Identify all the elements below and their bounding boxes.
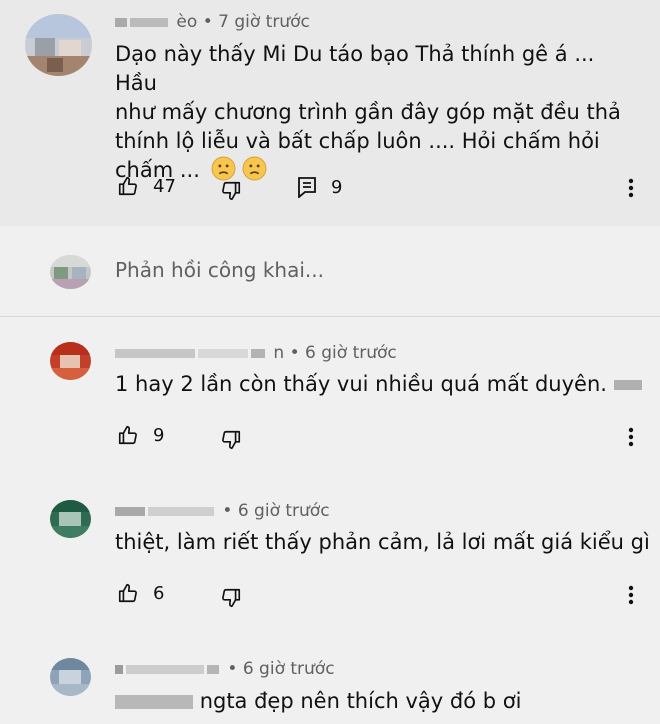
dislike-button[interactable]: [220, 587, 242, 609]
comment-meta: • 6 giờ trước: [115, 501, 330, 521]
comment-meta: • 6 giờ trước: [115, 659, 335, 679]
comment-meta: èo • 7 giờ trước: [115, 12, 310, 32]
dislike-icon: [220, 587, 242, 609]
like-icon: [117, 424, 139, 446]
avatar[interactable]: [50, 658, 91, 696]
reply-count: 9: [331, 176, 343, 198]
timestamp[interactable]: • 6 giờ trước: [290, 343, 397, 363]
author-name[interactable]: n: [273, 343, 284, 363]
more-vert-icon: [628, 178, 634, 198]
like-count: 9: [153, 424, 165, 446]
more-options-button[interactable]: [628, 585, 634, 605]
comment-meta: n • 6 giờ trước: [115, 343, 397, 363]
more-options-button[interactable]: [628, 178, 634, 198]
like-button[interactable]: 9: [117, 424, 164, 446]
dislike-button[interactable]: [220, 180, 242, 202]
dislike-icon: [220, 180, 242, 202]
like-button[interactable]: 47: [117, 175, 176, 197]
timestamp[interactable]: • 7 giờ trước: [203, 12, 310, 32]
like-count: 6: [153, 582, 165, 604]
comment-text: ngta đẹp nên thích vậy đó b ơi: [115, 687, 521, 716]
comment-text: 1 hay 2 lần còn thấy vui nhiều quá mất d…: [115, 370, 642, 399]
reply-icon: [297, 176, 317, 198]
comment-text: Dạo này thấy Mi Du táo bạo Thả thính gê …: [115, 42, 621, 182]
like-icon: [117, 582, 139, 604]
avatar[interactable]: [25, 14, 92, 76]
confused-emoji-icon: [211, 156, 236, 181]
avatar: [50, 255, 91, 289]
dislike-button[interactable]: [220, 429, 242, 451]
divider: [0, 316, 660, 317]
like-count: 47: [153, 175, 176, 197]
like-button[interactable]: 6: [117, 582, 164, 604]
author-name[interactable]: èo: [176, 12, 197, 32]
avatar[interactable]: [50, 500, 91, 538]
timestamp[interactable]: • 6 giờ trước: [227, 659, 334, 679]
reply-input[interactable]: Phản hồi công khai...: [115, 258, 324, 282]
more-vert-icon: [628, 427, 634, 447]
confused-emoji-icon: [242, 156, 267, 181]
dislike-icon: [220, 429, 242, 451]
more-options-button[interactable]: [628, 427, 634, 447]
avatar[interactable]: [50, 342, 91, 380]
comment-text: thiệt, làm riết thấy phản cảm, lả lơi mấ…: [115, 530, 650, 554]
more-vert-icon: [628, 585, 634, 605]
timestamp[interactable]: • 6 giờ trước: [222, 501, 329, 521]
like-icon: [117, 175, 139, 197]
reply-button[interactable]: 9: [297, 176, 342, 198]
